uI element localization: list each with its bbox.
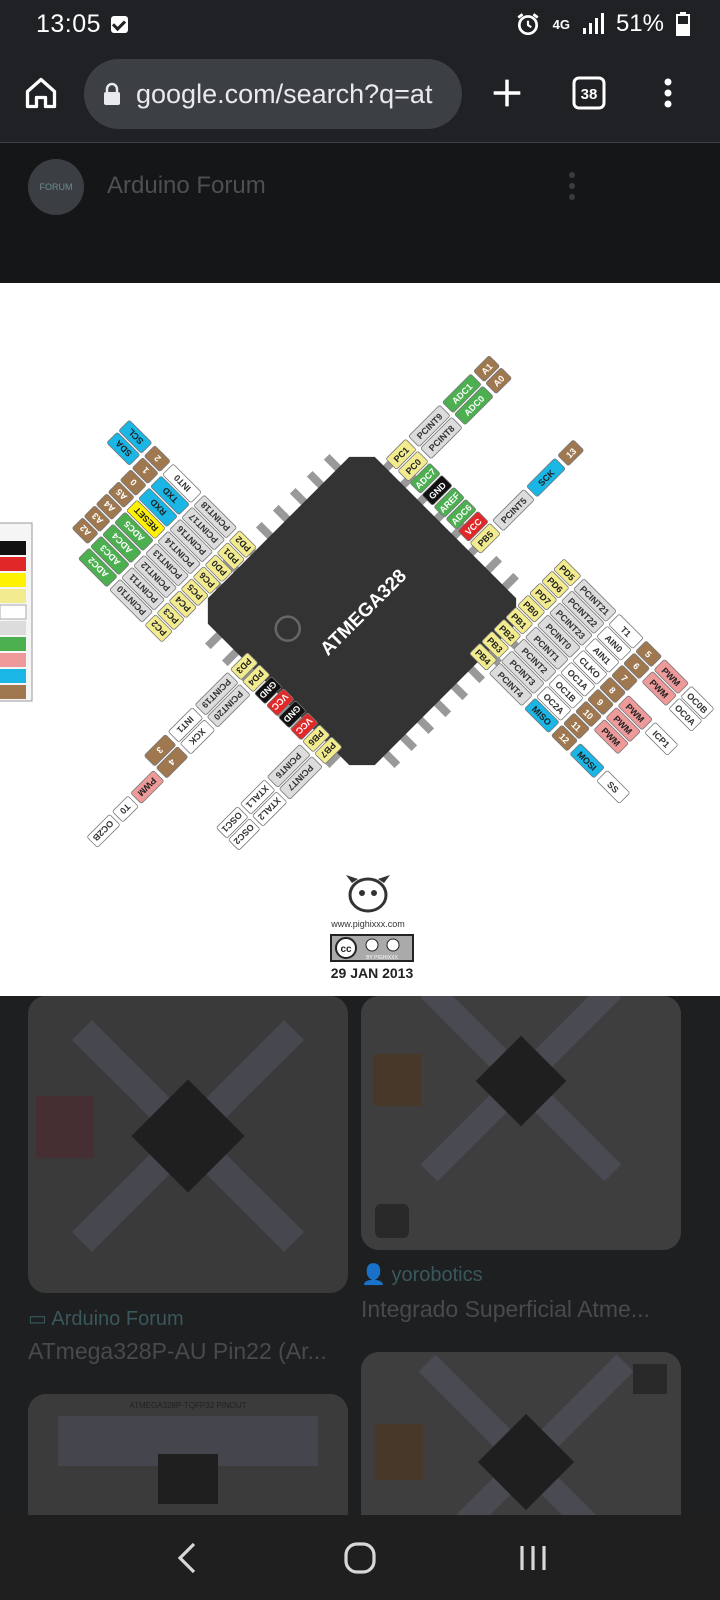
result-source-text: Arduino Forum xyxy=(51,1308,184,1330)
lock-icon xyxy=(104,82,120,105)
result-card[interactable] xyxy=(28,996,348,1293)
result-card[interactable]: ATMEGA328P-TQFP32 PINOUT xyxy=(28,1394,348,1515)
result-card[interactable] xyxy=(361,1352,681,1515)
result-thumbnail xyxy=(28,996,348,1293)
tab-count: 38 xyxy=(581,86,598,103)
battery-icon xyxy=(676,12,690,36)
license-text: BY PIGHIXXX xyxy=(366,955,398,961)
home-button[interactable] xyxy=(16,68,66,118)
url-text: google.com/search?q=at xyxy=(136,78,433,109)
home-nav-button[interactable] xyxy=(330,1528,390,1588)
more-vert-icon[interactable] xyxy=(568,171,576,201)
battery-percent: 51% xyxy=(615,10,664,37)
back-button[interactable] xyxy=(157,1528,217,1588)
credits: www.pighixxx.com cc BY PIGHIXXX 29 JAN 2… xyxy=(330,875,414,981)
result-card[interactable] xyxy=(361,996,681,1250)
signal-icon xyxy=(582,13,604,34)
chip: ATMEGA328 xyxy=(205,454,519,768)
diagram-date: 29 JAN 2013 xyxy=(331,965,414,981)
source-name[interactable]: Arduino Forum xyxy=(107,172,266,200)
checkbox-notification-icon xyxy=(111,15,129,33)
alarm-icon xyxy=(517,13,539,36)
browser-toolbar: google.com/search?q=at 38 xyxy=(0,48,720,143)
legend xyxy=(0,522,33,702)
image-viewer-header: FORUM Arduino Forum xyxy=(0,143,720,283)
network-type: 4G xyxy=(552,16,570,32)
new-tab-button[interactable] xyxy=(482,68,532,118)
recents-icon xyxy=(520,1545,546,1570)
source-icon: ▭ xyxy=(28,1308,52,1330)
system-nav-bar xyxy=(0,1515,720,1600)
tabs-icon: 38 xyxy=(572,76,606,110)
result-title[interactable]: ATmega328P-AU Pin22 (Ar... xyxy=(28,1338,327,1365)
menu-button[interactable] xyxy=(643,68,693,118)
site-url: www.pighixxx.com xyxy=(330,919,405,929)
related-results: ▭ Arduino Forum ATmega328P-AU Pin22 (Ar.… xyxy=(0,996,720,1515)
page-content: FORUM Arduino Forum ATMEGA328 PD2 PD1 PD… xyxy=(0,143,720,1515)
home-circle-icon xyxy=(344,1541,376,1574)
result-thumbnail xyxy=(361,1352,681,1515)
result-thumbnail: ATMEGA328P-TQFP32 PINOUT xyxy=(28,1394,348,1515)
svg-text:cc: cc xyxy=(340,944,352,955)
recents-button[interactable] xyxy=(503,1528,563,1588)
result-source[interactable]: 👤 yorobotics xyxy=(361,1262,483,1287)
avatar-text: FORUM xyxy=(39,182,73,192)
status-bar: 13:05 4G 51% xyxy=(0,0,720,48)
result-thumbnail xyxy=(361,996,681,1250)
address-bar[interactable]: google.com/search?q=at xyxy=(84,59,462,129)
person-icon: 👤 xyxy=(361,1264,392,1286)
thumbnail-caption: ATMEGA328P-TQFP32 PINOUT xyxy=(129,1401,246,1410)
status-time: 13:05 xyxy=(36,9,102,38)
result-title[interactable]: Integrado Superficial Atme... xyxy=(361,1296,650,1323)
pinout-diagram: ATMEGA328 PD2PD1PD0PC6PC5PC4PC3PC2PCINT1… xyxy=(0,356,714,981)
result-source-text: yorobotics xyxy=(391,1264,483,1286)
source-avatar: FORUM xyxy=(28,159,84,215)
tab-switcher-button[interactable]: 38 xyxy=(564,68,614,118)
plus-icon xyxy=(493,79,521,107)
back-icon xyxy=(177,1542,195,1573)
home-icon xyxy=(25,77,57,109)
image-preview[interactable]: ATMEGA328 PD2 PD1 PD0 PC6 PC5 PC4 PC3 PC2 PCINT1… xyxy=(0,283,720,996)
result-source[interactable]: ▭ Arduino Forum xyxy=(28,1306,184,1331)
more-vert-icon xyxy=(664,78,672,108)
pighixxx-logo xyxy=(348,877,388,913)
